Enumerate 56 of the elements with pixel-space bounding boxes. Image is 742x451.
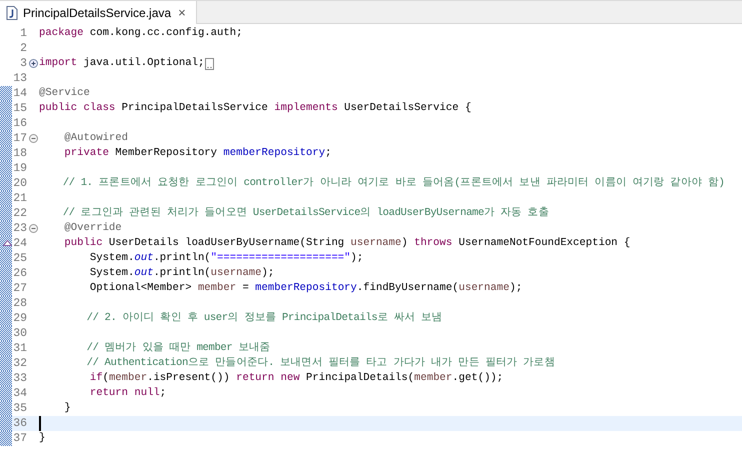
code-line: // Authentication으로 만들어준다. 보내면서 필터를 타고 가다가 내가 만든 필터가 가로챔	[86, 356, 555, 371]
folded-code-icon[interactable]	[205, 58, 214, 70]
line-number: 30	[12, 327, 27, 340]
code-line: return null;	[88, 386, 166, 401]
line-number: 14	[12, 87, 27, 100]
code-line: if(member.isPresent()) return new PrincipalDetails(member.get());	[88, 371, 504, 386]
line-number: 36	[12, 417, 27, 430]
line-number: 33	[12, 372, 27, 385]
line-number: 3	[19, 57, 27, 70]
file-tab[interactable]: PrincipalDetailsService.java ×	[0, 1, 197, 24]
code-line: Optional<Member> member = memberRepository.findByUsername(username);	[88, 281, 522, 296]
line-number: 28	[12, 297, 27, 310]
line-number: 17	[12, 132, 27, 145]
line-number: 22	[12, 207, 27, 220]
line-number: 26	[12, 267, 27, 280]
line-number: 19	[12, 162, 27, 175]
code-line: @Override	[63, 221, 122, 236]
code-line: private MemberRepository memberRepository;	[63, 146, 332, 161]
line-number: 20	[12, 177, 27, 190]
code-line: @Autowired	[63, 131, 128, 146]
close-icon[interactable]: ×	[176, 5, 188, 20]
line-number: 31	[12, 342, 27, 355]
line-number: 15	[12, 102, 27, 115]
line-number: 18	[12, 147, 27, 160]
line-number: 27	[12, 282, 27, 295]
code-line: System.out.println("====================");	[88, 251, 364, 266]
line-number: 25	[12, 252, 27, 265]
code-line: // 로그인과 관련된 처리가 들어오면 UserDetailsService의 loadUserByUsername가 자동 호출	[62, 206, 549, 221]
line-number: 23	[12, 222, 27, 235]
line-number: 2	[19, 42, 27, 55]
java-file-icon	[6, 6, 18, 20]
code-line: import java.util.Optional;	[39, 56, 204, 71]
line-number: 1	[19, 27, 27, 40]
code-line: // 멤버가 있을 때만 member 보내줌	[86, 341, 270, 356]
line-number: 21	[12, 192, 27, 205]
code-line: // 2. 아이디 확인 후 user의 정보를 PrincipalDetails로 싸서 보냄	[86, 311, 442, 326]
text-cursor	[39, 416, 41, 431]
expand-icon[interactable]	[28, 59, 38, 68]
code-line: System.out.println(username);	[88, 266, 274, 281]
line-number: 37	[12, 432, 27, 445]
line-number: 32	[12, 357, 27, 370]
code-line: }	[39, 431, 46, 446]
code-line: // 1. 프론트에서 요청한 로그인이 controller가 아니라 여기로 바로 들어옴(프론트에서 보낸 파라미터 이름이 여기랑 같아야 함)	[62, 176, 725, 191]
collapse-icon[interactable]	[28, 134, 38, 143]
code-line: @Service	[39, 86, 90, 101]
line-number: 34	[12, 387, 27, 400]
code-line: public class PrincipalDetailsService implements UserDetailsService {	[39, 101, 472, 116]
collapse-icon[interactable]	[28, 224, 38, 233]
line-number: 35	[12, 402, 27, 415]
line-number: 13	[12, 72, 27, 85]
line-number: 24	[12, 237, 27, 250]
line-number: 29	[12, 312, 27, 325]
line-number: 16	[12, 117, 27, 130]
code-line: }	[63, 401, 71, 416]
code-line: public UserDetails loadUserByUsername(String username) throws UsernameNotFoundException {	[63, 236, 630, 251]
code-line: package com.kong.cc.config.auth;	[39, 26, 242, 41]
